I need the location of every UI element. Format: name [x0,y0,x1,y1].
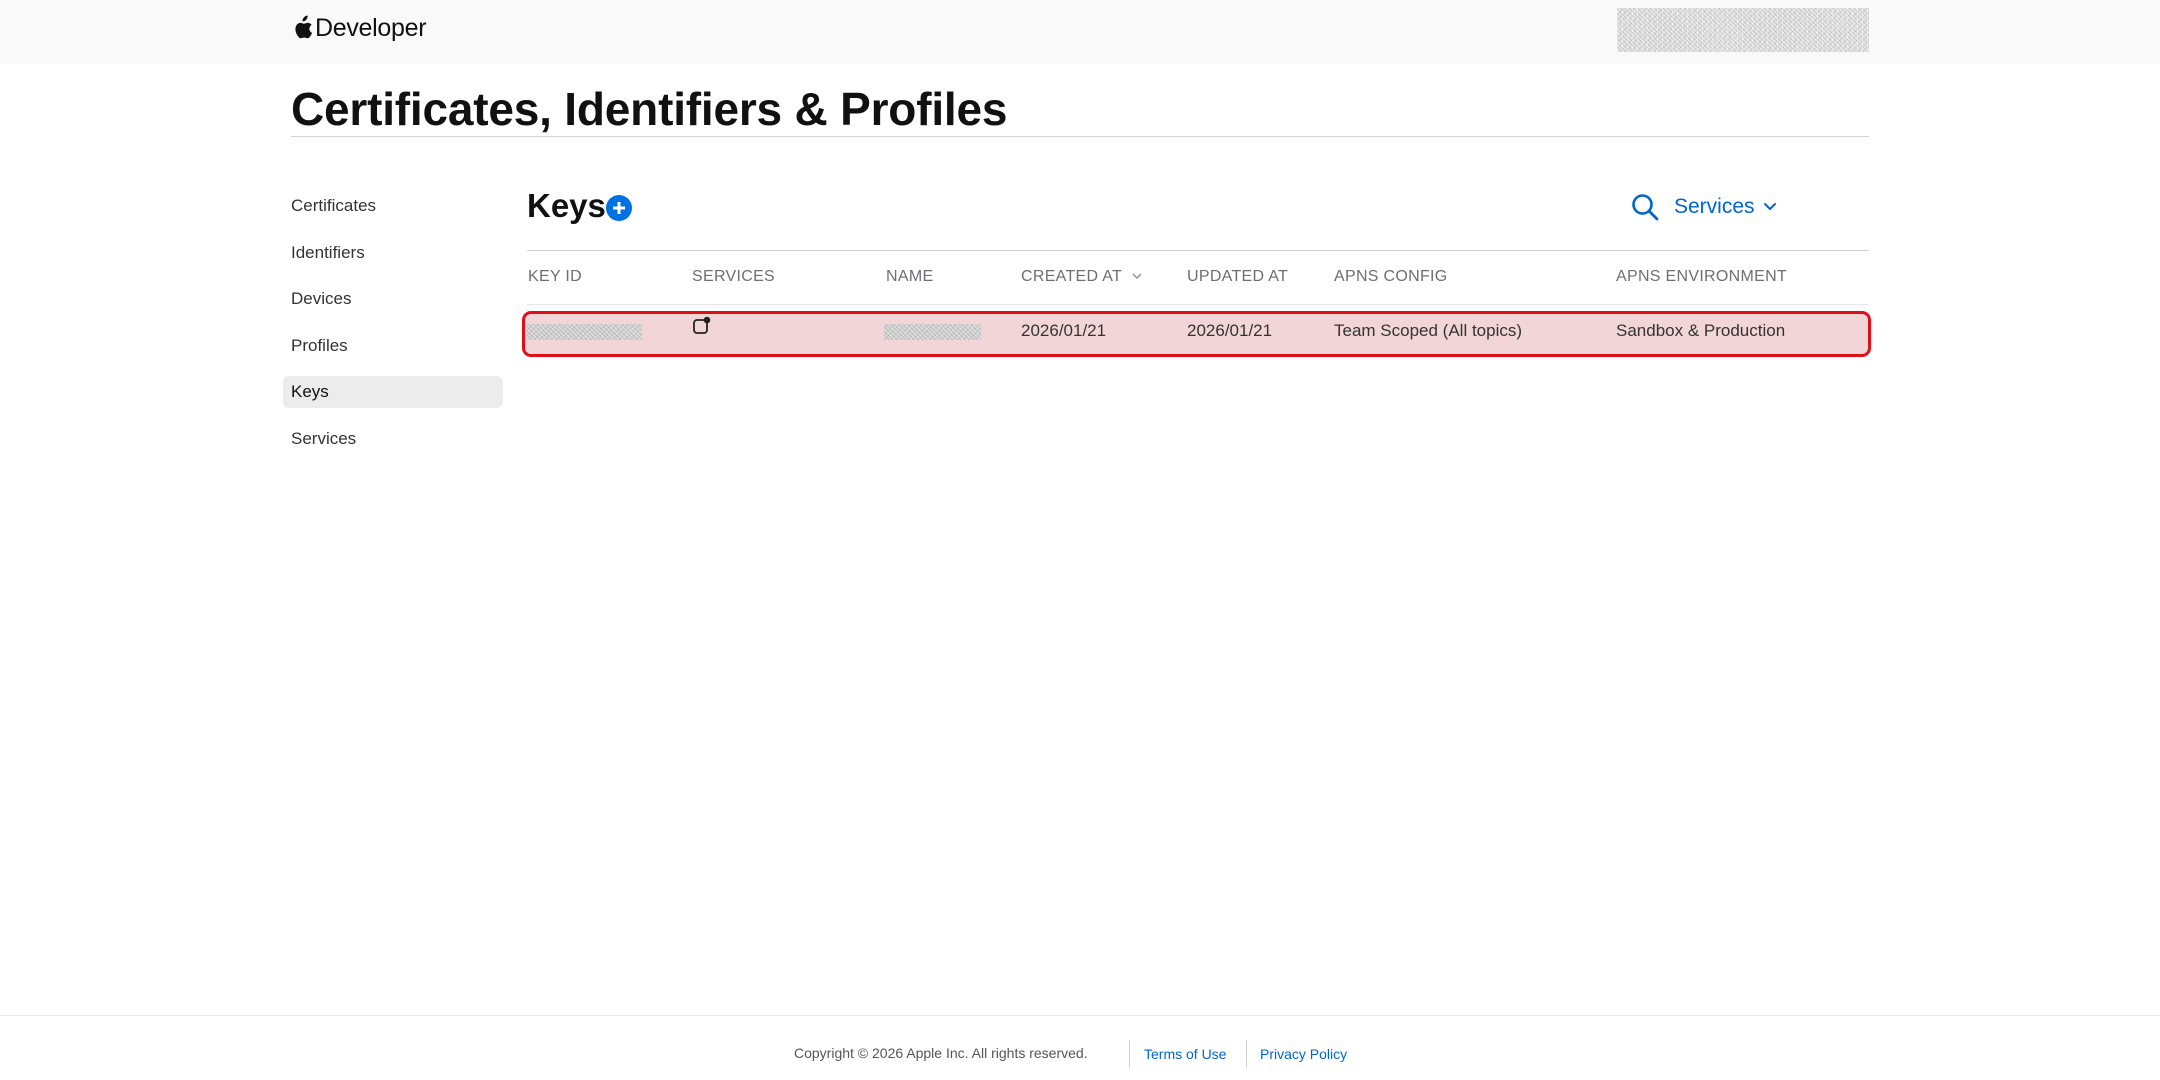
column-header-updated-at[interactable]: UPDATED AT [1187,268,1288,286]
cell-updated-at: 2026/01/21 [1187,321,1273,340]
cell-created-at: 2026/01/21 [1021,321,1107,340]
sidebar-item-identifiers[interactable]: Identifiers [283,237,503,269]
section-title: Keys [527,187,606,224]
brand-label: Developer [315,13,427,42]
services-filter-dropdown[interactable]: Services [1674,192,1777,222]
apple-developer-logo[interactable]: Developer [291,12,427,44]
global-footer: Copyright © 2026 Apple Inc. All rights r… [0,1032,2160,1072]
column-header-name[interactable]: NAME [886,268,933,286]
footer-separator [1246,1040,1247,1068]
column-header-created-at-label: CREATED AT [1021,268,1122,285]
sidebar-item-certificates[interactable]: Certificates [283,190,503,222]
sidebar-item-devices[interactable]: Devices [283,283,503,315]
apple-logo-icon [295,15,312,39]
search-icon[interactable] [1630,192,1660,222]
title-divider [291,136,1869,137]
chevron-down-icon [1763,203,1776,210]
key-name-redacted [884,324,981,340]
column-header-services[interactable]: SERVICES [692,268,775,286]
services-filter-label: Services [1674,195,1755,218]
push-notification-icon [693,316,711,334]
sidebar-nav: Certificates Identifiers Devices Profile… [283,190,503,469]
page-title: Certificates, Identifiers & Profiles [291,83,1008,135]
table-top-divider [527,250,1869,251]
footer-divider [0,1015,2160,1016]
cell-apns-environment: Sandbox & Production [1616,321,1786,340]
account-menu-redacted[interactable] [1617,8,1869,52]
terms-of-use-link[interactable]: Terms of Use [1144,1046,1226,1062]
copyright-text: Copyright © 2026 Apple Inc. All rights r… [794,1045,1088,1061]
table-header-divider [527,304,1869,305]
sort-chevron-down-icon [1132,273,1142,280]
column-header-created-at[interactable]: CREATED AT [1021,268,1142,286]
cell-apns-config: Team Scoped (All topics) [1334,321,1523,340]
privacy-policy-link[interactable]: Privacy Policy [1260,1046,1347,1062]
column-header-key-id[interactable]: KEY ID [528,268,582,286]
sidebar-item-profiles[interactable]: Profiles [283,330,503,362]
footer-separator [1129,1040,1130,1068]
global-header: Developer [0,0,2160,64]
sidebar-item-keys[interactable]: Keys [283,376,503,408]
key-id-redacted [527,324,642,340]
sidebar-item-services[interactable]: Services [283,423,503,455]
column-header-apns-environment[interactable]: APNS ENVIRONMENT [1616,268,1787,286]
column-header-apns-config[interactable]: APNS CONFIG [1334,268,1448,286]
add-key-button[interactable] [606,195,632,221]
